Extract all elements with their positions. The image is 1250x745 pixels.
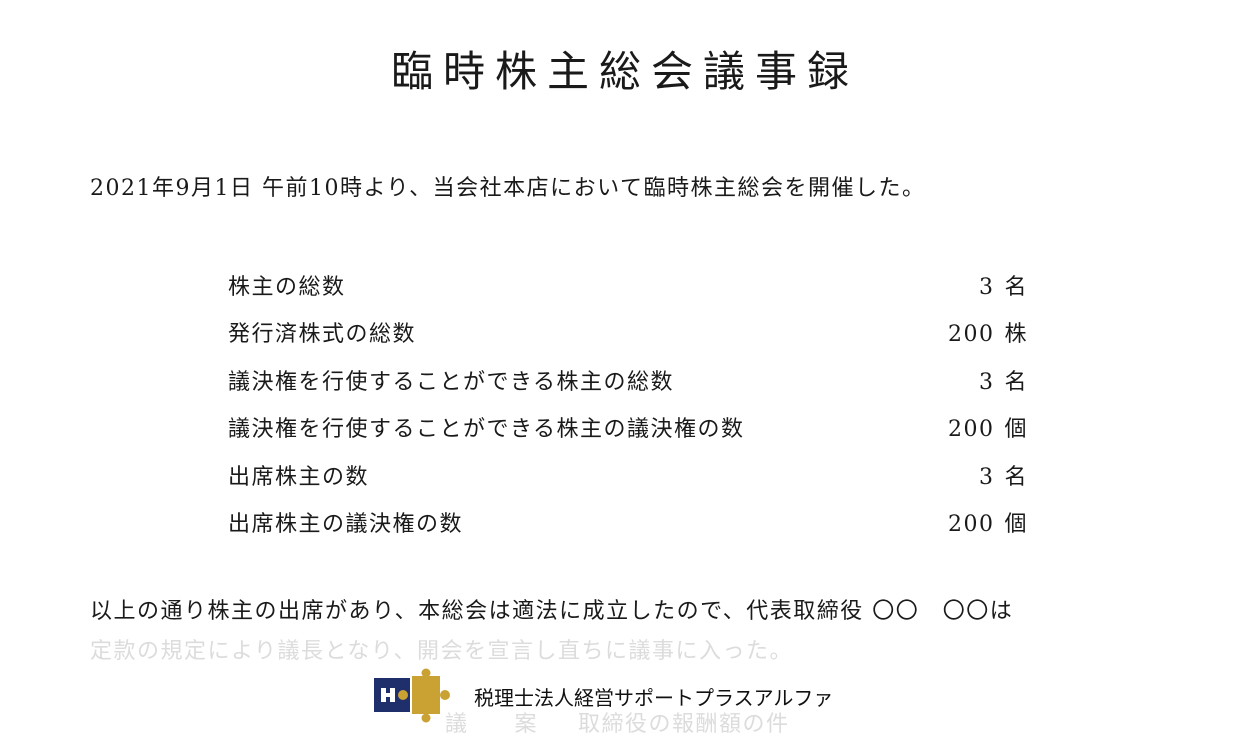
paragraph-line-2: 定款の規定により議長となり、開会を宣言し直ちに議事に入った。 — [90, 639, 794, 664]
stat-number: 3 — [978, 369, 995, 395]
document-title: 臨時株主総会議事録 — [390, 47, 859, 96]
stat-number: 200 — [947, 417, 995, 443]
firm-name: 税理士法人経営サポートプラスアルファ — [474, 685, 834, 710]
meeting-intro: 2021年9月1日 午前10時より、当会社本店において臨時株主総会を開催した。 — [90, 176, 926, 201]
stat-row: 出席株主の数 3名 — [228, 451, 1028, 499]
stat-number: 3 — [978, 464, 995, 490]
stat-unit: 株 — [1004, 322, 1028, 348]
stat-unit: 名 — [1004, 274, 1028, 300]
stat-row: 議決権を行使することができる株主の議決権の数 200 個 — [228, 404, 1028, 452]
stat-number: 3 — [978, 274, 995, 300]
paragraph-line-1: 以上の通り株主の出席があり、本総会は適法に成立したので、代表取締役 〇〇 〇〇は — [90, 599, 1014, 624]
firm-watermark: 税理士法人経営サポートプラスアルファ — [374, 668, 833, 724]
stat-label: 発行済株式の総数 — [228, 322, 417, 348]
quorum-paragraph: 以上の通り株主の出席があり、本総会は適法に成立したので、代表取締役 〇〇 〇〇は… — [90, 592, 1180, 672]
stat-unit: 個 — [1004, 512, 1028, 538]
stat-value: 200 個 — [948, 506, 1028, 538]
stat-row: 株主の総数 3名 — [228, 261, 1028, 309]
stat-row: 議決権を行使することができる株主の総数 3名 — [228, 356, 1028, 404]
stat-label: 議決権を行使することができる株主の総数 — [228, 369, 675, 395]
puzzle-logo-icon — [374, 668, 450, 723]
stat-number: 200 — [947, 322, 995, 348]
stat-label: 議決権を行使することができる株主の議決権の数 — [228, 417, 745, 443]
stat-value: 200 株 — [948, 316, 1028, 348]
stat-value: 3名 — [979, 364, 1028, 396]
stat-value: 200 個 — [948, 411, 1028, 443]
stat-unit: 名 — [1004, 464, 1028, 490]
stat-label: 出席株主の議決権の数 — [228, 512, 464, 538]
stat-row: 発行済株式の総数 200 株 — [228, 309, 1028, 357]
shareholder-stats: 株主の総数 3名 発行済株式の総数 200 株 議決権を行使することができる株主の… — [228, 261, 1028, 546]
stat-label: 株主の総数 — [228, 274, 346, 300]
stat-value: 3名 — [979, 269, 1028, 301]
stat-number: 200 — [947, 512, 995, 538]
stat-label: 出席株主の数 — [228, 464, 370, 490]
stat-unit: 名 — [1004, 369, 1028, 395]
stat-row: 出席株主の議決権の数 200 個 — [228, 499, 1028, 547]
stat-unit: 個 — [1004, 417, 1028, 443]
stat-value: 3名 — [979, 459, 1028, 491]
